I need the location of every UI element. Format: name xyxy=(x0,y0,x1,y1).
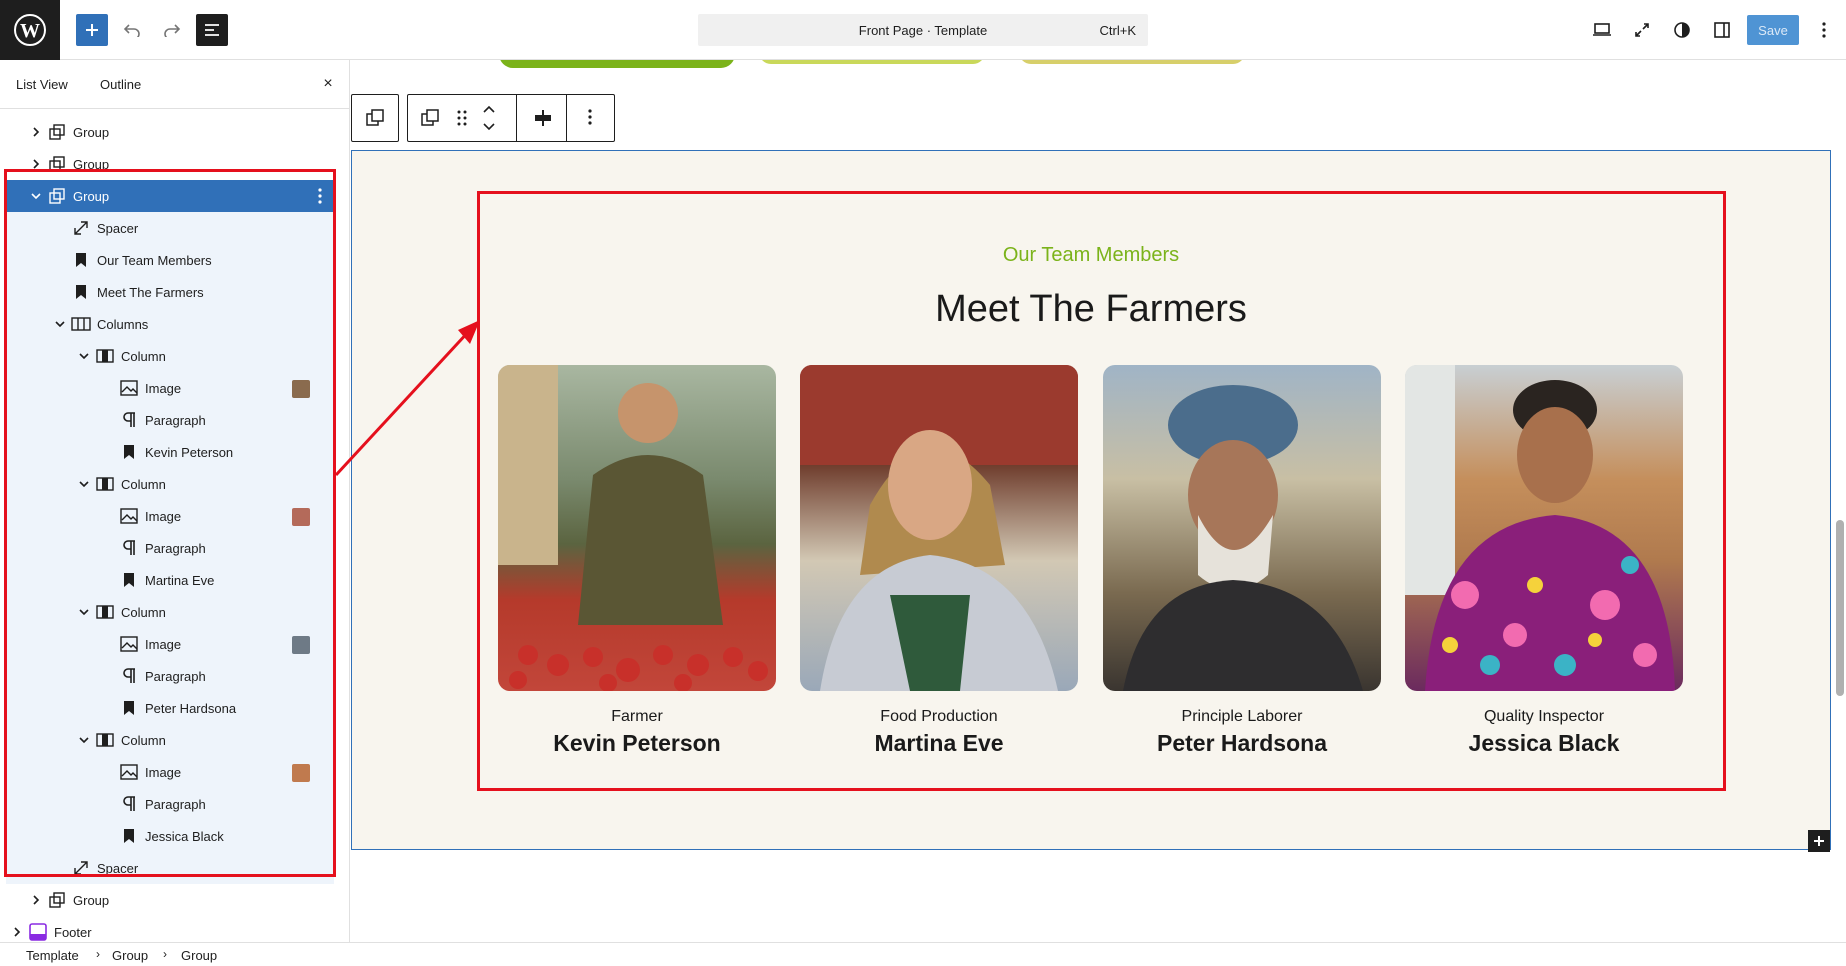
breadcrumb-item[interactable]: Group xyxy=(112,948,148,963)
block-inserter-button[interactable] xyxy=(1808,830,1830,852)
breadcrumb-item[interactable]: Group xyxy=(181,948,217,963)
breadcrumb: Template › Group › Group xyxy=(0,942,1846,966)
chevron-right-icon: › xyxy=(163,947,167,961)
plus-icon xyxy=(1814,836,1824,846)
breadcrumb-item[interactable]: Template xyxy=(26,948,79,963)
chevron-right-icon: › xyxy=(96,947,100,961)
canvas-scrollbar-thumb[interactable] xyxy=(1836,520,1844,696)
canvas-scrollbar[interactable] xyxy=(1834,60,1846,942)
annotation-arrow xyxy=(334,320,480,477)
